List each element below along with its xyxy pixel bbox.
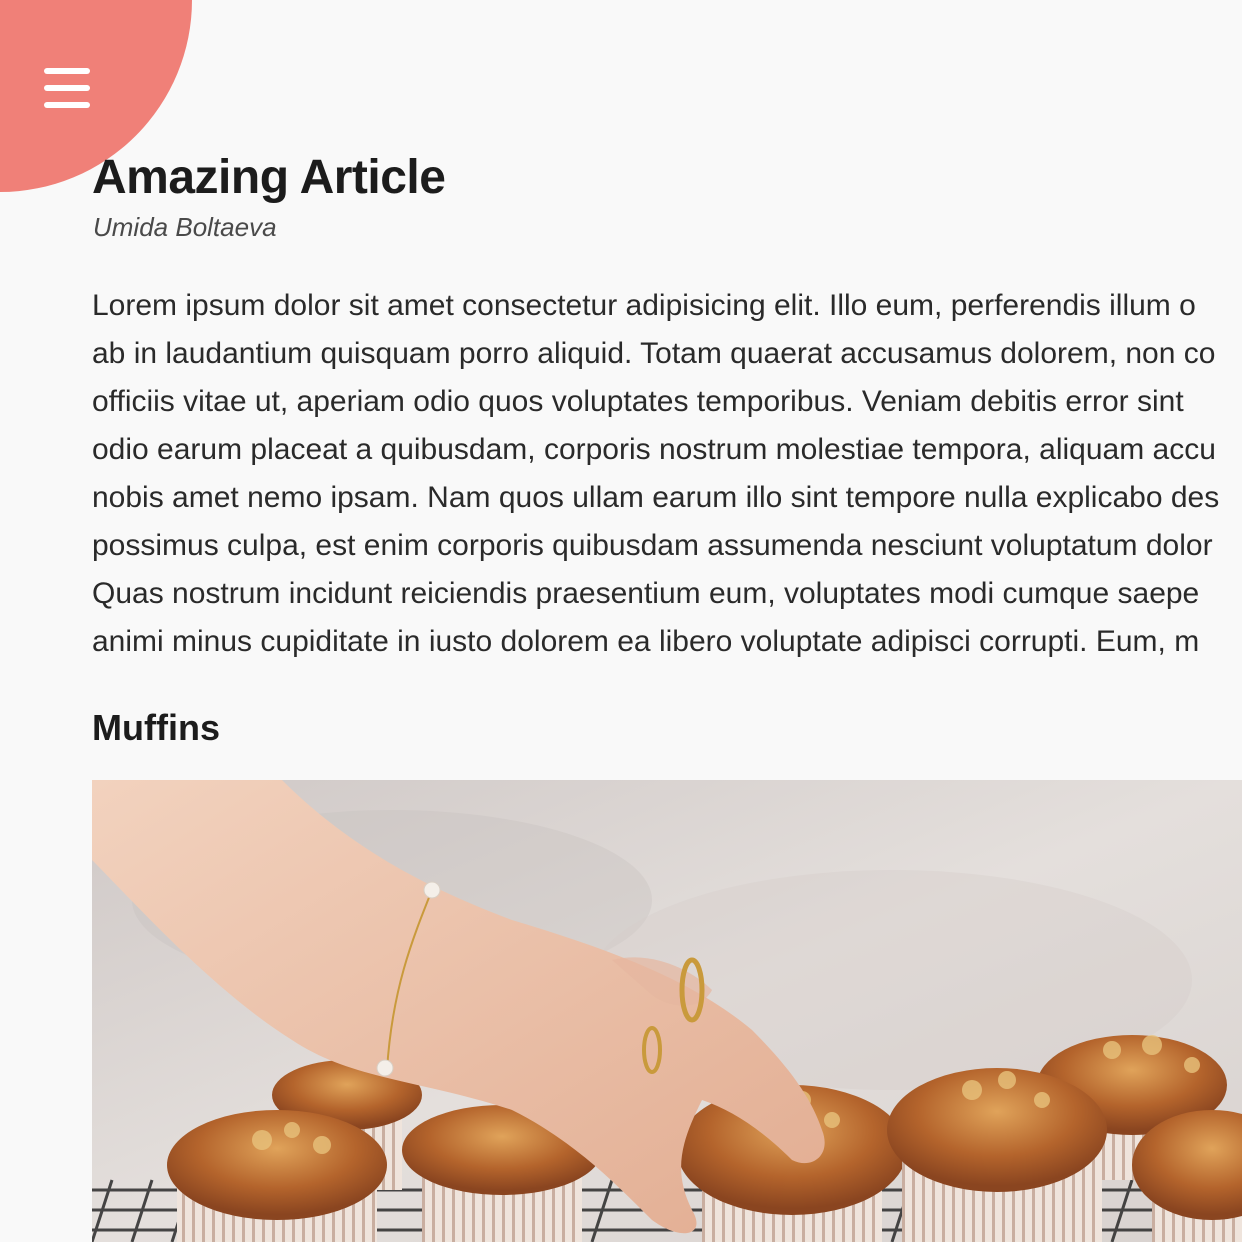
article-title: Amazing Article <box>92 151 446 204</box>
body-line: Lorem ipsum dolor sit amet consectetur a… <box>92 289 1196 322</box>
hamburger-bar <box>44 68 90 74</box>
body-line: ab in laudantium quisquam porro aliquid.… <box>92 337 1216 370</box>
body-line: odio earum placeat a quibusdam, corporis… <box>92 433 1216 466</box>
body-line: Quas nostrum incidunt reiciendis praesen… <box>92 577 1200 610</box>
article: Amazing Article Umida Boltaeva Lorem ips… <box>92 148 1242 752</box>
hamburger-bar <box>44 102 90 108</box>
body-line: officiis vitae ut, aperiam odio quos vol… <box>92 385 1184 418</box>
body-line: possimus culpa, est enim corporis quibus… <box>92 529 1213 562</box>
muffins-photo-illustration <box>92 780 1242 1242</box>
body-line: animi minus cupiditate in iusto dolorem … <box>92 625 1200 658</box>
article-author: Umida Boltaeva <box>93 212 277 242</box>
article-body: Lorem ipsum dolor sit amet consectetur a… <box>92 282 1242 666</box>
muffins-photo <box>92 780 1242 1242</box>
body-line: nobis amet nemo ipsam. Nam quos ullam ea… <box>92 481 1220 514</box>
hamburger-bar <box>44 85 90 91</box>
hamburger-menu-icon[interactable] <box>44 68 90 108</box>
section-heading: Muffins <box>92 707 220 748</box>
page: Amazing Article Umida Boltaeva Lorem ips… <box>0 0 1242 1242</box>
